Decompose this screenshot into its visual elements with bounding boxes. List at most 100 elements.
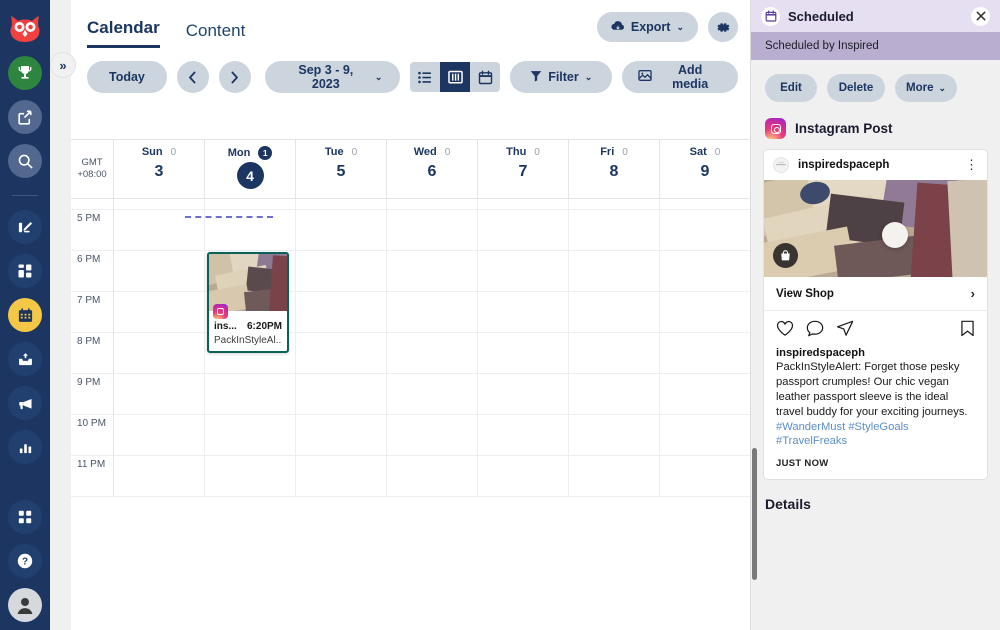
columns-icon[interactable] [440, 62, 471, 92]
bar-chart-icon[interactable] [8, 430, 42, 464]
grid-cell[interactable] [296, 251, 387, 291]
grid-cell[interactable] [569, 374, 660, 414]
day-header-sat[interactable]: Sat 0 9 [660, 140, 750, 198]
grid-cell[interactable] [660, 292, 750, 332]
grid-cell[interactable] [296, 210, 387, 250]
grid-cell[interactable] [114, 251, 205, 291]
grid-cell[interactable] [387, 333, 478, 373]
calendar-icon[interactable] [8, 298, 42, 332]
day-name-row: Wed 0 [414, 146, 451, 158]
calendar-event-card[interactable]: ins... 6:20PM PackInStyleAl... [207, 252, 289, 353]
collapse-sidebar-button[interactable]: » [50, 52, 76, 78]
grid-cell[interactable] [387, 374, 478, 414]
grid-cell[interactable] [296, 292, 387, 332]
grid-cell[interactable] [660, 333, 750, 373]
grid-cell[interactable] [660, 456, 750, 496]
day-header-mon[interactable]: Mon 1 4 [205, 140, 296, 198]
share-icon[interactable] [836, 320, 854, 342]
edit-button[interactable]: Edit [765, 74, 817, 102]
view-shop-row[interactable]: View Shop › [764, 277, 987, 311]
grid-cell[interactable] [205, 415, 296, 455]
grid-cell[interactable] [296, 456, 387, 496]
grid-cell[interactable] [478, 333, 569, 373]
today-button[interactable]: Today [87, 61, 167, 93]
grid-cell[interactable] [296, 199, 387, 209]
megaphone-icon[interactable] [8, 386, 42, 420]
grid-cell[interactable] [569, 333, 660, 373]
avatar-icon[interactable] [8, 588, 42, 622]
day-header-thu[interactable]: Thu 0 7 [478, 140, 569, 198]
grid-cell[interactable] [387, 210, 478, 250]
panel-scrollbar[interactable] [752, 448, 757, 580]
prev-week-button[interactable] [176, 61, 209, 93]
add-media-button[interactable]: Add media [622, 61, 738, 93]
grid-cell[interactable] [569, 415, 660, 455]
inbox-icon[interactable] [8, 342, 42, 376]
grid-cell[interactable] [478, 251, 569, 291]
day-header-fri[interactable]: Fri 0 8 [569, 140, 660, 198]
list-icon[interactable] [410, 62, 441, 92]
grid-cell[interactable] [569, 210, 660, 250]
grid-cell[interactable] [296, 374, 387, 414]
grid-cell[interactable] [478, 374, 569, 414]
grid-cell[interactable] [660, 199, 750, 209]
grid-cell[interactable] [205, 199, 296, 209]
grid-cell[interactable] [660, 210, 750, 250]
grid-cell[interactable] [569, 292, 660, 332]
day-header-wed[interactable]: Wed 0 6 [387, 140, 478, 198]
grid-cell[interactable] [205, 456, 296, 496]
grid-icon[interactable] [8, 254, 42, 288]
compose-icon[interactable] [8, 100, 42, 134]
day-header-tue[interactable]: Tue 0 5 [296, 140, 387, 198]
delete-button[interactable]: Delete [827, 74, 885, 102]
grid-cell[interactable] [387, 456, 478, 496]
grid-cell[interactable] [660, 415, 750, 455]
day-header-sun[interactable]: Sun 0 3 [114, 140, 205, 198]
grid-cell[interactable] [114, 333, 205, 373]
question-icon[interactable]: ? [8, 544, 42, 578]
grid-cell[interactable] [114, 292, 205, 332]
grid-cell[interactable] [478, 292, 569, 332]
grid-cell[interactable] [114, 456, 205, 496]
grid-cell[interactable] [296, 333, 387, 373]
grid-cell[interactable] [478, 199, 569, 209]
grid-cell[interactable] [569, 251, 660, 291]
like-icon[interactable] [776, 320, 794, 342]
close-icon[interactable] [971, 6, 990, 26]
grid-cell[interactable] [478, 210, 569, 250]
streams-icon[interactable] [8, 210, 42, 244]
grid-cell[interactable] [387, 199, 478, 209]
kebab-menu-icon[interactable]: ⋮ [965, 158, 978, 171]
grid-cell[interactable] [114, 374, 205, 414]
grid-cell[interactable] [478, 415, 569, 455]
grid-cell[interactable] [660, 251, 750, 291]
grid-cell[interactable] [660, 374, 750, 414]
grid-cell[interactable] [569, 456, 660, 496]
grid-cell[interactable] [387, 415, 478, 455]
grid-cell[interactable] [114, 415, 205, 455]
next-week-button[interactable] [218, 61, 251, 93]
gear-icon[interactable] [708, 12, 738, 42]
caption-hashtags[interactable]: #WanderMust #StyleGoals #TravelFreaks [776, 421, 909, 448]
calendar-icon[interactable] [470, 62, 501, 92]
trophy-icon[interactable] [8, 56, 42, 90]
grid-cell[interactable] [205, 374, 296, 414]
date-range-selector[interactable]: Sep 3 - 9, 2023 ⌄ [264, 61, 401, 93]
grid-cell[interactable] [114, 199, 205, 209]
owl-icon[interactable] [6, 12, 44, 46]
bookmark-icon[interactable] [960, 320, 975, 342]
event-account: ins... [214, 321, 237, 332]
grid-cell[interactable] [387, 251, 478, 291]
apps-grid-icon[interactable] [8, 500, 42, 534]
grid-cell[interactable] [569, 199, 660, 209]
grid-cell[interactable] [478, 456, 569, 496]
grid-cell[interactable] [387, 292, 478, 332]
search-icon[interactable] [8, 144, 42, 178]
grid-cell[interactable] [296, 415, 387, 455]
tab-content[interactable]: Content [186, 21, 246, 48]
export-button[interactable]: Export ⌄ [596, 12, 698, 42]
filter-button[interactable]: Filter ⌄ [510, 61, 613, 93]
more-button[interactable]: More ⌄ [895, 74, 957, 102]
comment-icon[interactable] [806, 320, 824, 342]
tab-calendar[interactable]: Calendar [87, 18, 160, 48]
